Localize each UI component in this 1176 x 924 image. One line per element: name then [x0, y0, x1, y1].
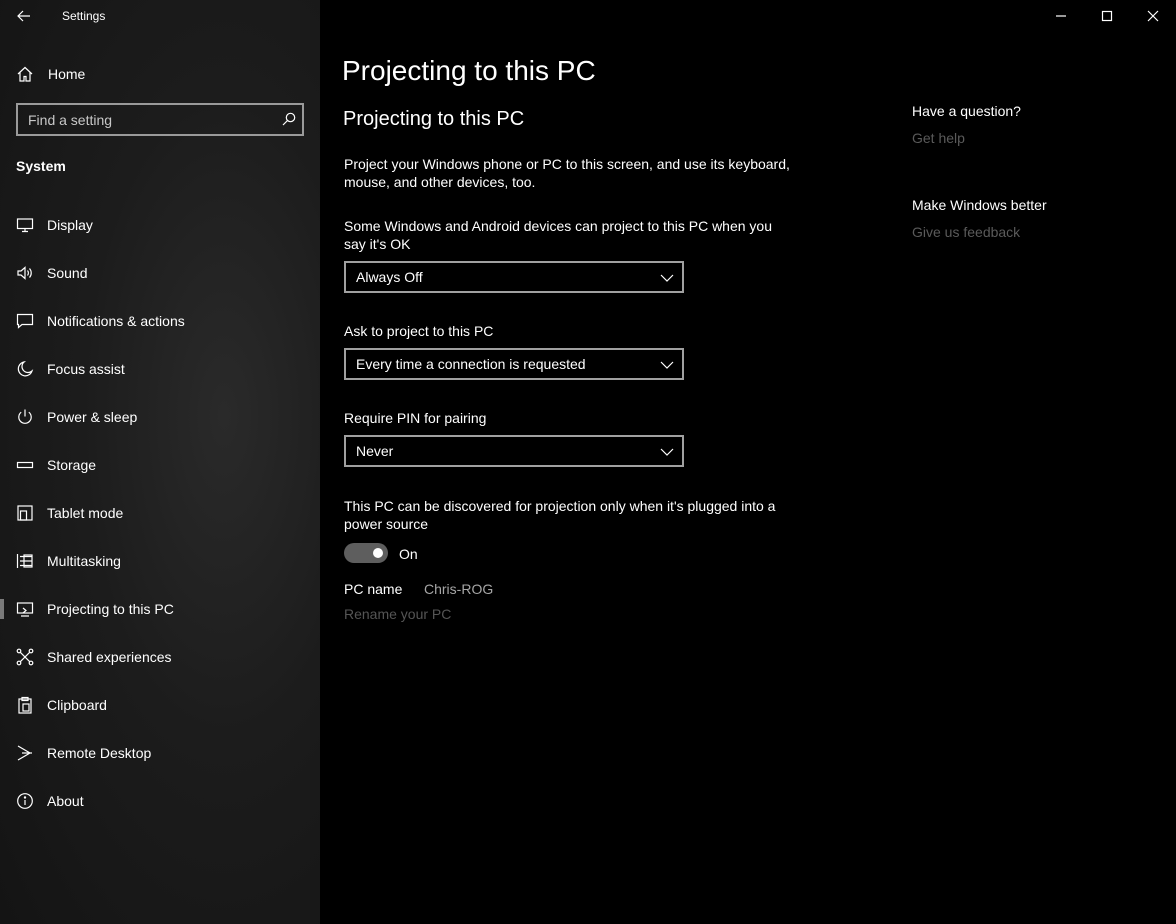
question-heading: Have a question? — [912, 103, 1021, 119]
ask-to-project-dropdown[interactable]: Every time a connection is requested — [344, 348, 684, 380]
require-pin-dropdown[interactable]: Never — [344, 435, 684, 467]
speaker-icon — [17, 266, 32, 280]
tablet-icon — [17, 505, 33, 521]
multitasking-icon — [16, 554, 33, 568]
nav-item-notifications[interactable]: Notifications & actions — [0, 297, 320, 345]
nav-item-focus-assist[interactable]: Focus assist — [0, 345, 320, 393]
nav-item-label: Notifications & actions — [47, 313, 185, 329]
nav-item-remote-desktop[interactable]: Remote Desktop — [0, 729, 320, 777]
info-icon — [17, 793, 33, 809]
power-icon — [18, 409, 32, 424]
section-heading: Projecting to this PC — [343, 108, 525, 130]
dropdown-value: Never — [356, 443, 394, 459]
rename-pc-link[interactable]: Rename your PC — [344, 606, 451, 622]
clipboard-icon — [18, 696, 32, 714]
page-title: Projecting to this PC — [342, 55, 596, 86]
nav-item-label: About — [47, 793, 84, 809]
pc-name-label: PC name — [344, 581, 403, 597]
toggle-state-label: On — [399, 546, 418, 562]
nav-item-sound[interactable]: Sound — [0, 249, 320, 297]
nav-list: Display Sound Notifications & actions Fo… — [0, 201, 320, 825]
search-input[interactable] — [18, 105, 276, 134]
pc-name-value: Chris-ROG — [424, 581, 494, 597]
home-icon — [17, 66, 33, 82]
feedback-heading: Make Windows better — [912, 197, 1047, 213]
power-source-label: This PC can be discovered for projection… — [344, 498, 776, 532]
nav-item-label: Tablet mode — [47, 505, 124, 521]
shared-icon — [16, 648, 34, 666]
nav-item-display[interactable]: Display — [0, 201, 320, 249]
nav-item-storage[interactable]: Storage — [0, 441, 320, 489]
nav-item-about[interactable]: About — [0, 777, 320, 825]
back-arrow-icon — [17, 10, 30, 22]
nav-item-label: Remote Desktop — [47, 745, 152, 761]
titlebar: Settings — [0, 0, 320, 32]
minimize-icon — [1056, 15, 1066, 17]
close-icon — [1147, 10, 1159, 22]
nav-item-label: Shared experiences — [47, 649, 172, 665]
chevron-down-icon — [660, 448, 674, 456]
monitor-icon — [16, 218, 34, 233]
nav-item-clipboard[interactable]: Clipboard — [0, 681, 320, 729]
toggle-knob — [373, 548, 383, 558]
back-button[interactable] — [10, 4, 38, 28]
power-source-toggle[interactable] — [344, 543, 388, 563]
dropdown-value: Every time a connection is requested — [356, 356, 586, 372]
projecting-icon — [16, 602, 34, 617]
selection-indicator — [0, 599, 4, 619]
message-icon — [16, 313, 34, 329]
minimize-button[interactable] — [1038, 0, 1084, 32]
get-help-link[interactable]: Get help — [912, 130, 965, 146]
page-description: Project your Windows phone or PC to this… — [344, 156, 790, 190]
close-button[interactable] — [1130, 0, 1176, 32]
nav-item-multitasking[interactable]: Multitasking — [0, 537, 320, 585]
home-label: Home — [48, 66, 86, 82]
search-icon[interactable] — [282, 112, 296, 126]
window-controls — [1038, 0, 1176, 32]
dropdown-value: Always Off — [356, 269, 423, 285]
storage-icon — [16, 461, 34, 469]
nav-item-power-sleep[interactable]: Power & sleep — [0, 393, 320, 441]
nav-item-label: Clipboard — [47, 697, 107, 713]
projection-availability-dropdown[interactable]: Always Off — [344, 261, 684, 293]
nav-item-shared-experiences[interactable]: Shared experiences — [0, 633, 320, 681]
nav-item-label: Sound — [47, 265, 88, 281]
sidebar: Settings Home System Display Sound — [0, 0, 320, 924]
nav-item-label: Power & sleep — [47, 409, 138, 425]
nav-item-label: Focus assist — [47, 361, 125, 377]
nav-item-label: Storage — [47, 457, 97, 473]
nav-item-label: Display — [47, 217, 93, 233]
search-box[interactable] — [16, 103, 304, 136]
chevron-down-icon — [660, 361, 674, 369]
projection-availability-label: Some Windows and Android devices can pro… — [344, 218, 773, 252]
require-pin-label: Require PIN for pairing — [344, 410, 487, 426]
nav-item-projecting[interactable]: Projecting to this PC — [0, 585, 320, 633]
give-feedback-link[interactable]: Give us feedback — [912, 224, 1020, 240]
app-title: Settings — [62, 9, 106, 23]
moon-icon — [17, 360, 34, 377]
ask-to-project-label: Ask to project to this PC — [344, 323, 494, 339]
section-title: System — [16, 158, 66, 174]
nav-item-label: Multitasking — [47, 553, 121, 569]
chevron-down-icon — [660, 274, 674, 282]
nav-item-tablet-mode[interactable]: Tablet mode — [0, 489, 320, 537]
remote-desktop-icon — [17, 745, 32, 761]
home-nav-item[interactable]: Home — [0, 57, 320, 89]
maximize-icon — [1101, 10, 1113, 22]
nav-item-label: Projecting to this PC — [47, 601, 174, 617]
maximize-button[interactable] — [1084, 0, 1130, 32]
